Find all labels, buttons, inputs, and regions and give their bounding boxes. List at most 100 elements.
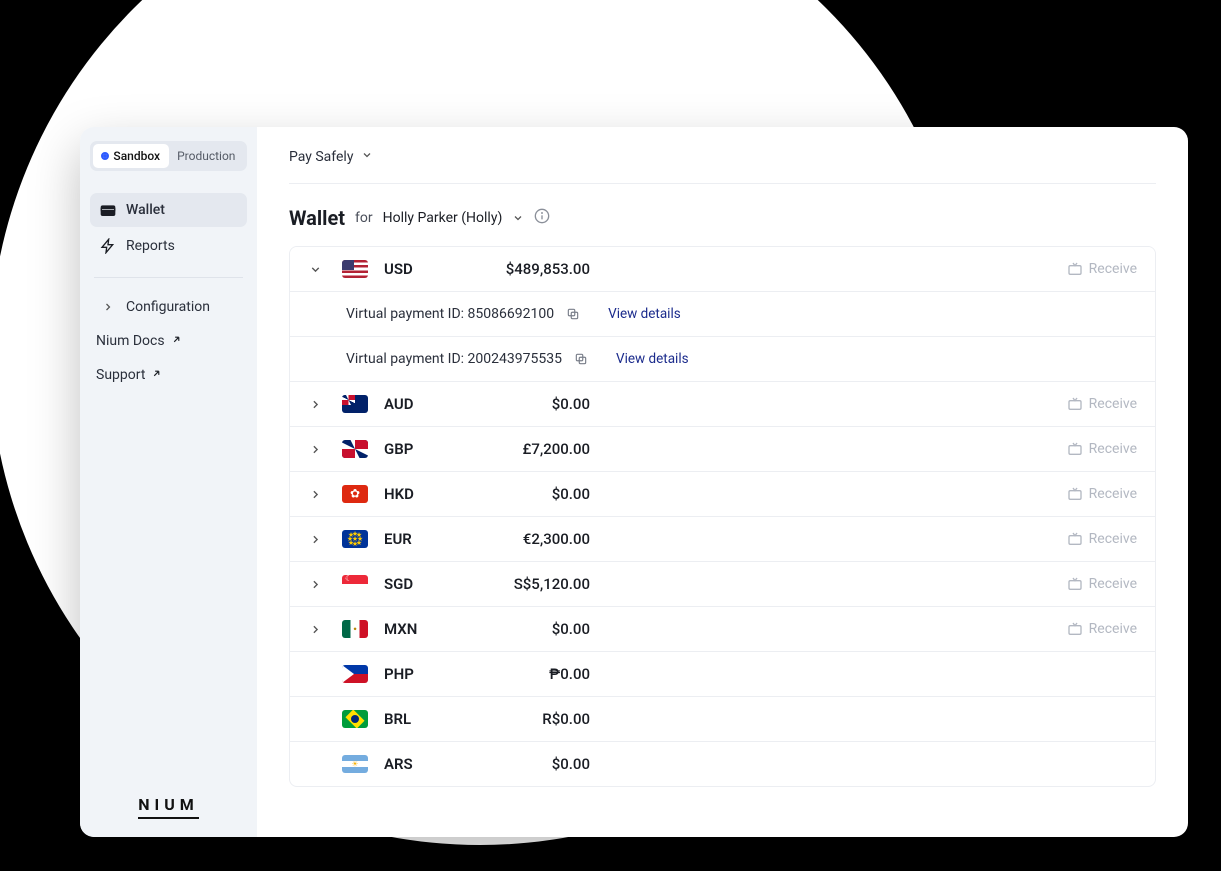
chevron-right-icon[interactable] bbox=[308, 757, 322, 771]
currency-code: USD bbox=[384, 260, 440, 278]
currency-amount: $0.00 bbox=[450, 395, 590, 413]
currency-row[interactable]: MXN $0.00 Receive bbox=[290, 606, 1155, 651]
nav-wallet-label: Wallet bbox=[126, 202, 165, 218]
nav-reports[interactable]: Reports bbox=[90, 229, 247, 263]
currency-row[interactable]: ARS $0.00 bbox=[290, 741, 1155, 786]
flag-icon bbox=[342, 755, 368, 773]
receive-button[interactable]: Receive bbox=[1037, 531, 1137, 547]
receive-button[interactable]: Receive bbox=[1037, 576, 1137, 592]
currency-amount: £7,200.00 bbox=[450, 440, 590, 458]
receive-label: Receive bbox=[1089, 261, 1137, 277]
currency-code: ARS bbox=[384, 755, 440, 773]
virtual-payment-row: Virtual payment ID: 200243975535 View de… bbox=[290, 336, 1155, 381]
page-title: Wallet bbox=[289, 206, 345, 230]
currency-code: MXN bbox=[384, 620, 440, 638]
copy-icon[interactable] bbox=[566, 307, 580, 321]
copy-icon[interactable] bbox=[574, 352, 588, 366]
nav-support-label: Support bbox=[96, 367, 145, 383]
chevron-right-icon[interactable] bbox=[308, 622, 322, 636]
currency-code: AUD bbox=[384, 395, 440, 413]
currency-row[interactable]: USD $489,853.00 Receive bbox=[290, 247, 1155, 291]
receive-label: Receive bbox=[1089, 396, 1137, 412]
virtual-payment-row: Virtual payment ID: 85086692100 View det… bbox=[290, 291, 1155, 336]
chevron-right-icon[interactable] bbox=[308, 667, 322, 681]
nav-reports-label: Reports bbox=[126, 238, 175, 254]
vpa-label: Virtual payment ID: 200243975535 bbox=[346, 351, 562, 367]
view-details-link[interactable]: View details bbox=[608, 306, 681, 322]
chevron-right-icon[interactable] bbox=[308, 397, 322, 411]
chevron-right-icon[interactable] bbox=[308, 577, 322, 591]
wallet-for-label: for bbox=[355, 210, 373, 226]
brand-logo: NIUM bbox=[138, 795, 199, 819]
flag-icon bbox=[342, 665, 368, 683]
currency-row[interactable]: GBP £7,200.00 Receive bbox=[290, 426, 1155, 471]
flag-icon bbox=[342, 395, 368, 413]
vpa-label: Virtual payment ID: 85086692100 bbox=[346, 306, 554, 322]
wallet-owner: Holly Parker (Holly) bbox=[383, 210, 503, 226]
currency-code: SGD bbox=[384, 575, 440, 593]
radio-icon bbox=[101, 152, 109, 160]
currency-amount: R$0.00 bbox=[450, 710, 590, 728]
chevron-right-icon bbox=[100, 299, 116, 315]
flag-icon bbox=[342, 530, 368, 548]
main-content: Pay Safely Wallet for Holly Parker (Holl… bbox=[257, 127, 1188, 837]
receive-label: Receive bbox=[1089, 621, 1137, 637]
currency-code: GBP bbox=[384, 440, 440, 458]
product-label: Pay Safely bbox=[289, 149, 353, 165]
chevron-right-icon[interactable] bbox=[308, 487, 322, 501]
env-sandbox-button[interactable]: Sandbox bbox=[93, 144, 169, 168]
currency-row[interactable]: AUD $0.00 Receive bbox=[290, 381, 1155, 426]
flag-icon bbox=[342, 260, 368, 278]
product-selector[interactable]: Pay Safely bbox=[289, 149, 353, 165]
nav-support-link[interactable]: Support bbox=[90, 358, 247, 392]
currency-row[interactable]: EUR €2,300.00 Receive bbox=[290, 516, 1155, 561]
wallet-icon bbox=[100, 202, 116, 218]
currency-amount: €2,300.00 bbox=[450, 530, 590, 548]
currency-list: USD $489,853.00 Receive Virtual payment … bbox=[289, 246, 1156, 787]
currency-amount: ₱0.00 bbox=[450, 665, 590, 683]
lightning-icon bbox=[100, 238, 116, 254]
chevron-down-icon[interactable] bbox=[512, 209, 524, 228]
topbar: Pay Safely bbox=[289, 149, 1156, 184]
sidebar: Sandbox Production Wallet Reports Config… bbox=[80, 127, 257, 837]
receive-label: Receive bbox=[1089, 486, 1137, 502]
divider bbox=[94, 277, 243, 278]
env-production-label: Production bbox=[177, 149, 235, 163]
flag-icon bbox=[342, 710, 368, 728]
env-sandbox-label: Sandbox bbox=[113, 149, 160, 163]
currency-amount: $0.00 bbox=[450, 620, 590, 638]
currency-row[interactable]: SGD S$5,120.00 Receive bbox=[290, 561, 1155, 606]
chevron-down-icon[interactable] bbox=[361, 149, 373, 165]
nav-configuration-label: Configuration bbox=[126, 299, 210, 315]
view-details-link[interactable]: View details bbox=[616, 351, 689, 367]
currency-amount: $0.00 bbox=[450, 755, 590, 773]
chevron-right-icon[interactable] bbox=[308, 442, 322, 456]
currency-row[interactable]: PHP ₱0.00 bbox=[290, 651, 1155, 696]
nav-configuration[interactable]: Configuration bbox=[90, 290, 247, 324]
currency-code: EUR bbox=[384, 530, 440, 548]
nav-docs-link[interactable]: Nium Docs bbox=[90, 324, 247, 358]
receive-button[interactable]: Receive bbox=[1037, 396, 1137, 412]
currency-row[interactable]: HKD $0.00 Receive bbox=[290, 471, 1155, 516]
receive-button[interactable]: Receive bbox=[1037, 261, 1137, 277]
receive-button[interactable]: Receive bbox=[1037, 486, 1137, 502]
chevron-right-icon[interactable] bbox=[308, 532, 322, 546]
receive-button[interactable]: Receive bbox=[1037, 441, 1137, 457]
flag-icon bbox=[342, 485, 368, 503]
nav-wallet[interactable]: Wallet bbox=[90, 193, 247, 227]
chevron-right-icon[interactable] bbox=[308, 712, 322, 726]
env-production-button[interactable]: Production bbox=[169, 144, 245, 168]
flag-icon bbox=[342, 575, 368, 593]
chevron-down-icon[interactable] bbox=[308, 262, 322, 276]
currency-code: HKD bbox=[384, 485, 440, 503]
receive-label: Receive bbox=[1089, 531, 1137, 547]
external-link-icon bbox=[171, 333, 182, 349]
currency-amount: S$5,120.00 bbox=[450, 575, 590, 593]
currency-row[interactable]: BRL R$0.00 bbox=[290, 696, 1155, 741]
info-icon[interactable] bbox=[534, 208, 550, 228]
flag-icon bbox=[342, 440, 368, 458]
nav-docs-label: Nium Docs bbox=[96, 333, 165, 349]
receive-button[interactable]: Receive bbox=[1037, 621, 1137, 637]
receive-label: Receive bbox=[1089, 441, 1137, 457]
external-link-icon bbox=[151, 367, 162, 383]
